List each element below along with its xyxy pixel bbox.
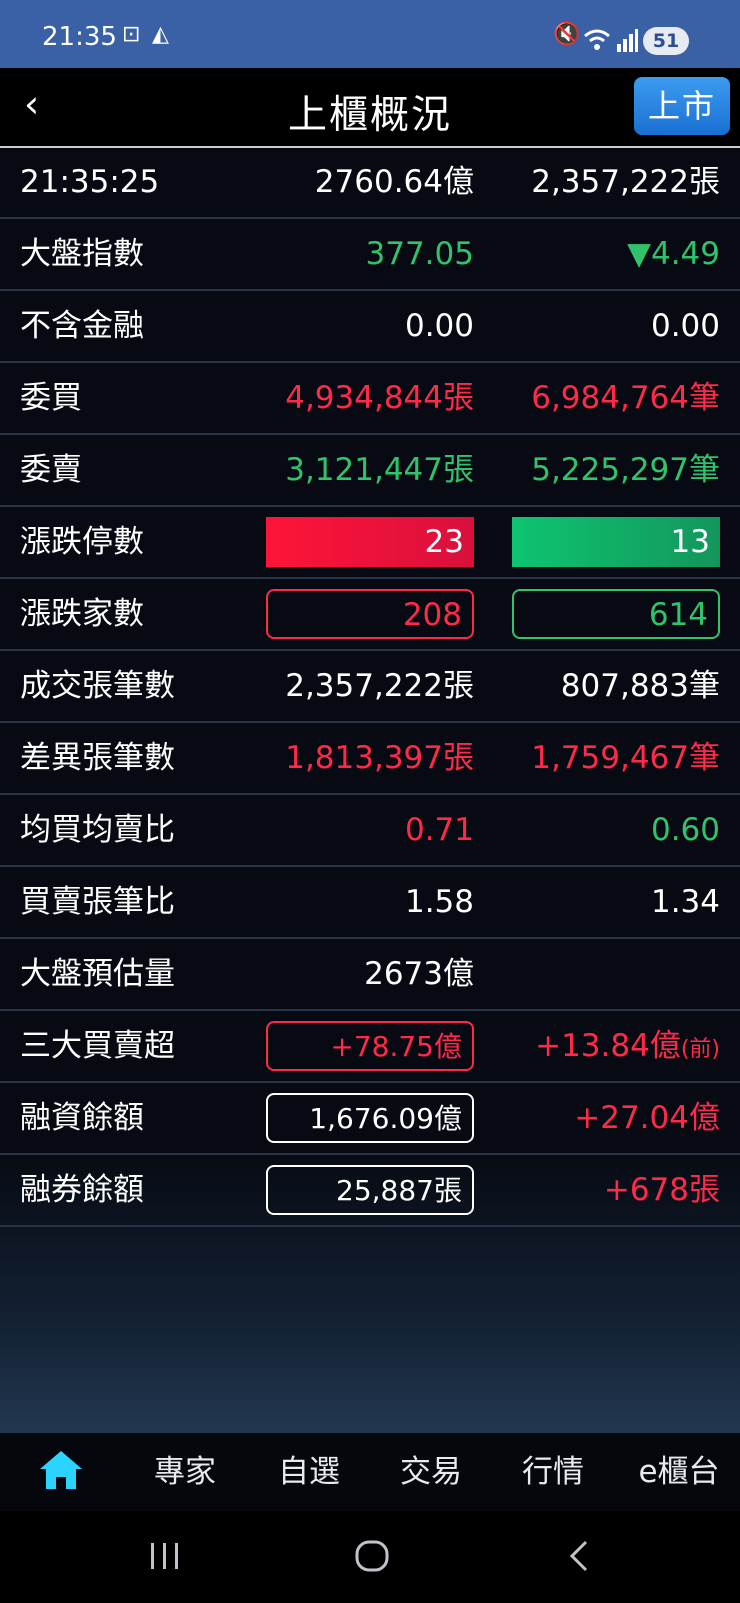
margin-change: +27.04億: [574, 1100, 720, 1136]
avg-ask-ratio: 0.60: [650, 812, 720, 848]
table-row-trade-counts[interactable]: 成交張筆數 2,357,222張 807,883筆: [0, 651, 740, 723]
order-ratio: 1.34: [650, 884, 720, 920]
table-row-bid-ask-ratio[interactable]: 買賣張筆比 1.58 1.34: [0, 867, 740, 939]
mute-icon: 🔇: [553, 22, 581, 47]
row-label: 融券餘額: [20, 1172, 144, 1208]
previous-suffix: (前): [680, 1037, 720, 1062]
tab-watchlist[interactable]: 自選: [264, 1433, 354, 1511]
home-nav-icon[interactable]: [354, 1539, 390, 1573]
table-row-institutional[interactable]: 三大買賣超 +78.75億 +13.84億(前): [0, 1011, 740, 1083]
difference-volume: 1,813,397張: [285, 740, 474, 776]
ex-finance-value: 0.00: [404, 308, 474, 344]
app-notification-icon: ◭: [152, 22, 169, 47]
row-label: 不含金融: [20, 308, 144, 344]
estimated-volume: 2673億: [364, 956, 474, 992]
home-icon[interactable]: [38, 1447, 84, 1493]
difference-count: 1,759,467筆: [531, 740, 720, 776]
avg-bid-ratio: 0.71: [404, 812, 474, 848]
row-label: 三大買賣超: [20, 1028, 175, 1064]
row-label: 差異張筆數: [20, 740, 175, 776]
table-row-ask[interactable]: 委賣 3,121,447張 5,225,297筆: [0, 435, 740, 507]
row-label: 大盤預估量: [20, 956, 175, 992]
row-label: 大盤指數: [20, 236, 144, 272]
system-nav-bar: [0, 1511, 740, 1603]
table-row-bid[interactable]: 委買 4,934,844張 6,984,764筆: [0, 363, 740, 435]
bid-orders: 6,984,764筆: [531, 380, 720, 416]
screenshot-icon: ⊡: [122, 22, 141, 47]
row-label: 漲跌停數: [20, 524, 144, 560]
table-row-advance-decline[interactable]: 漲跌家數 208 614: [0, 579, 740, 651]
limit-down-bar: 13: [512, 517, 720, 567]
institutional-today-box[interactable]: +78.75億: [266, 1021, 474, 1071]
title-bar: ‹ 上櫃概況 上市: [0, 68, 740, 148]
listed-market-button[interactable]: 上市: [634, 77, 730, 135]
row-label: 買賣張筆比: [20, 884, 175, 920]
advancers-box[interactable]: 208: [266, 589, 474, 639]
row-label: 成交張筆數: [20, 668, 175, 704]
ask-volume: 3,121,447張: [285, 452, 474, 488]
tab-experts[interactable]: 專家: [140, 1433, 230, 1511]
table-row-margin-balance[interactable]: 融資餘額 1,676.09億 +27.04億: [0, 1083, 740, 1155]
status-bar: 21:35 ⊡ ◭ 🔇 51: [0, 0, 740, 68]
recent-apps-icon[interactable]: [148, 1541, 182, 1571]
wifi-signal-icon: [584, 29, 638, 52]
bottom-tab-bar: 專家 自選 交易 行情 e櫃台: [0, 1433, 740, 1511]
row-label: 均買均賣比: [20, 812, 175, 848]
table-row-avg-ratio[interactable]: 均買均賣比 0.71 0.60: [0, 795, 740, 867]
table-row-ex-finance[interactable]: 不含金融 0.00 0.00: [0, 291, 740, 363]
status-time: 21:35: [42, 22, 117, 52]
back-nav-icon[interactable]: [566, 1539, 592, 1573]
estimated-volume-empty: [500, 939, 720, 1009]
row-label: 融資餘額: [20, 1100, 144, 1136]
summary-volume: 2,357,222張: [531, 164, 720, 200]
table-row-short-balance[interactable]: 融券餘額 25,887張 +678張: [0, 1155, 740, 1227]
volume-ratio: 1.58: [404, 884, 474, 920]
summary-row: 21:35:25 2760.64億 2,357,222張: [0, 147, 740, 219]
institutional-previous: +13.84億(前): [500, 1011, 720, 1081]
market-overview-table: 21:35:25 2760.64億 2,357,222張 大盤指數 377.05…: [0, 147, 740, 1227]
table-row-estimated-volume[interactable]: 大盤預估量 2673億: [0, 939, 740, 1011]
margin-balance-box[interactable]: 1,676.09億: [266, 1093, 474, 1143]
trade-volume: 2,357,222張: [285, 668, 474, 704]
trade-count: 807,883筆: [560, 668, 720, 704]
row-label: 漲跌家數: [20, 596, 144, 632]
tab-trade[interactable]: 交易: [386, 1433, 476, 1511]
row-label: 委買: [20, 380, 82, 416]
decliners-box[interactable]: 614: [512, 589, 720, 639]
short-balance-box[interactable]: 25,887張: [266, 1165, 474, 1215]
ask-orders: 5,225,297筆: [531, 452, 720, 488]
tab-quotes[interactable]: 行情: [508, 1433, 598, 1511]
index-change: ▼4.49: [627, 236, 720, 272]
limit-up-bar: 23: [266, 517, 474, 567]
table-row-difference[interactable]: 差異張筆數 1,813,397張 1,759,467筆: [0, 723, 740, 795]
index-value: 377.05: [365, 236, 474, 272]
ex-finance-change: 0.00: [650, 308, 720, 344]
summary-amount: 2760.64億: [314, 164, 474, 200]
tab-e-otc[interactable]: e櫃台: [624, 1433, 734, 1511]
table-row-limit-counts[interactable]: 漲跌停數 23 13: [0, 507, 740, 579]
short-change: +678張: [603, 1172, 720, 1208]
row-label: 委賣: [20, 452, 82, 488]
bid-volume: 4,934,844張: [285, 380, 474, 416]
table-row-index[interactable]: 大盤指數 377.05 ▼4.49: [0, 219, 740, 291]
page-title: 上櫃概況: [287, 93, 452, 138]
battery-indicator: 51: [643, 27, 689, 55]
institutional-previous-value: +13.84億: [535, 1028, 681, 1064]
summary-time: 21:35:25: [20, 164, 160, 200]
